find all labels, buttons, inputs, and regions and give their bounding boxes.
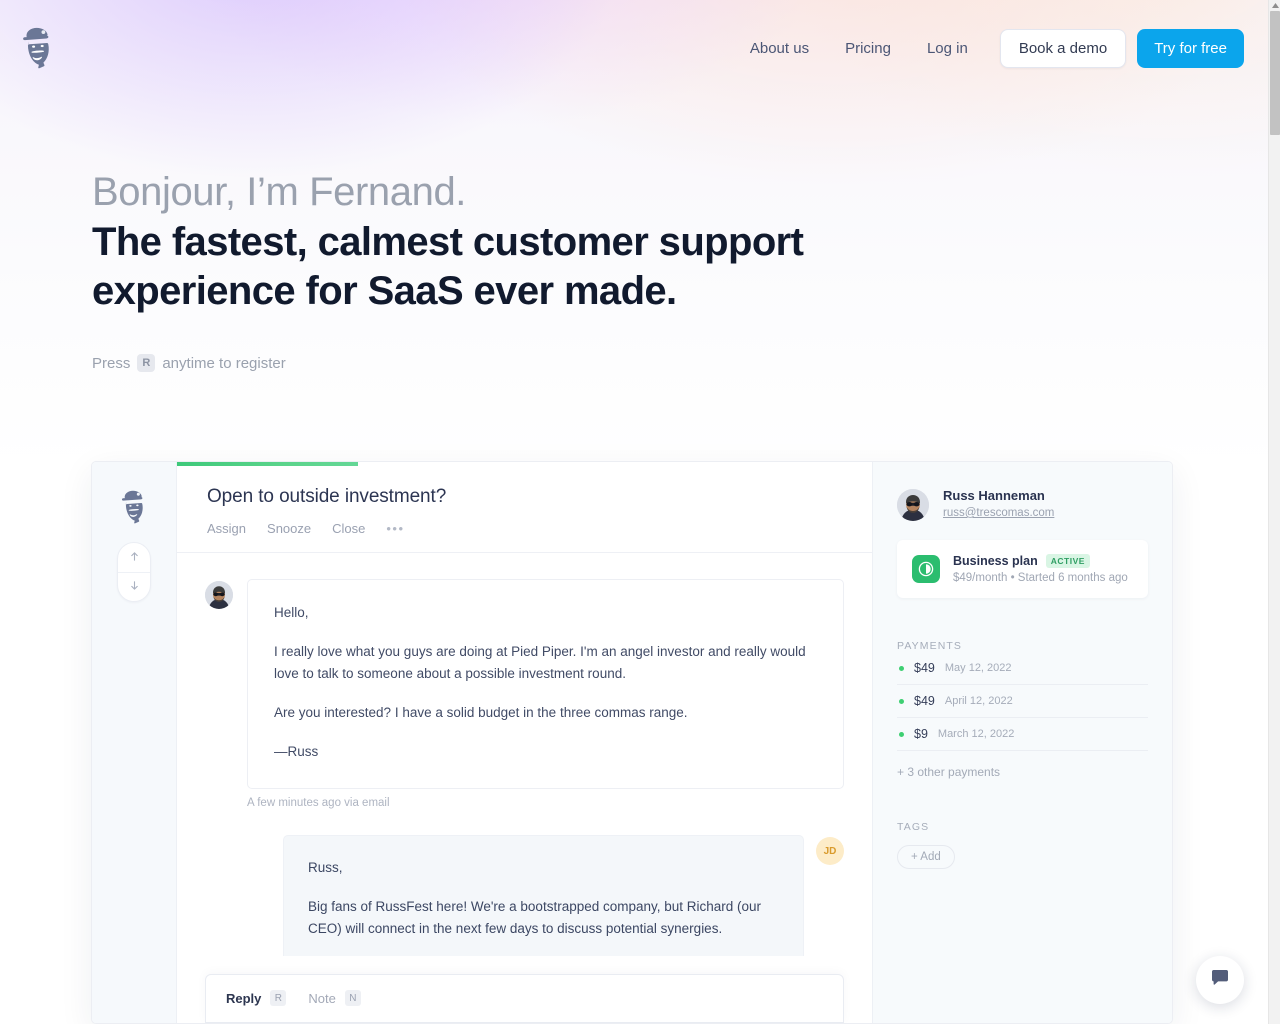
message-bubble-outgoing: Russ, Big fans of RussFest here! We're a… — [283, 835, 804, 956]
snooze-button[interactable]: Snooze — [267, 521, 311, 536]
hero-title-line-2: experience for SaaS ever made. — [92, 269, 677, 313]
payment-row[interactable]: $49 May 12, 2022 — [897, 652, 1148, 685]
conversation-actions: Assign Snooze Close ••• — [207, 521, 848, 536]
arrow-down-icon — [129, 578, 140, 596]
payment-row[interactable]: $9 March 12, 2022 — [897, 718, 1148, 751]
payment-amount: $49 — [914, 694, 935, 708]
rail-fernand-captain-logo-icon[interactable] — [116, 486, 152, 528]
chat-bubble-icon — [1209, 967, 1231, 994]
message-paragraph: Hello, — [274, 605, 309, 620]
conversation-title: Open to outside investment? — [207, 486, 447, 507]
hero-subtext: Press R anytime to register — [92, 354, 952, 372]
payment-date: April 12, 2022 — [944, 695, 1013, 707]
hero-subtext-before: Press — [92, 354, 131, 372]
plan-started: Started 6 months ago — [1017, 572, 1128, 584]
payment-status-dot — [899, 731, 904, 737]
plan-title-row: Business plan ACTIVE — [953, 554, 1128, 568]
hero-title: The fastest, calmest customer support ex… — [92, 218, 952, 316]
fernand-captain-logo-icon[interactable] — [16, 22, 60, 74]
plan-info: Business plan ACTIVE $49/month • Started… — [953, 554, 1128, 584]
tab-reply[interactable]: Reply — [226, 991, 261, 1006]
russ-avatar — [205, 581, 233, 609]
contact-header: Russ Hanneman russ@trescomas.com — [897, 488, 1148, 521]
message-incoming: Hello, I really love what you guys are d… — [205, 579, 844, 789]
payment-date: May 12, 2022 — [944, 662, 1012, 674]
message-thread: Hello, I really love what you guys are d… — [177, 553, 872, 956]
reply-shortcut-key: R — [270, 990, 287, 1006]
top-navigation: About us Pricing Log in Book a demo Try … — [0, 0, 1268, 96]
more-horizontal-icon[interactable]: ••• — [386, 521, 404, 536]
more-payments-link[interactable]: + 3 other payments — [897, 765, 1148, 779]
subscription-plan-card[interactable]: Business plan ACTIVE $49/month • Started… — [897, 540, 1148, 598]
payment-date: March 12, 2022 — [937, 728, 1015, 740]
assign-button[interactable]: Assign — [207, 521, 246, 536]
register-shortcut-key: R — [137, 354, 156, 372]
conversation-header: Open to outside investment? Assign Snooz… — [177, 462, 872, 553]
previous-conversation-button[interactable] — [118, 543, 150, 572]
close-button[interactable]: Close — [332, 521, 365, 536]
conversation-column: Open to outside investment? Assign Snooz… — [177, 462, 872, 1023]
scrollbar-thumb[interactable] — [1270, 11, 1280, 135]
message-paragraph: Are you interested? I have a solid budge… — [274, 705, 688, 720]
note-shortcut-key: N — [344, 990, 361, 1006]
reply-composer[interactable]: Reply R Note N — [205, 974, 844, 1023]
plan-subtext: $49/month • Started 6 months ago — [953, 572, 1128, 584]
contact-name: Russ Hanneman — [943, 488, 1045, 503]
conversation-progress-bar — [177, 462, 358, 466]
composer-tabs: Reply R Note N — [226, 990, 823, 1006]
tags-section-label: TAGS — [897, 821, 930, 833]
chat-launcher-button[interactable] — [1196, 956, 1244, 1004]
contact-details-panel: Russ Hanneman russ@trescomas.com Busines… — [872, 462, 1172, 1023]
payment-amount: $9 — [914, 727, 928, 741]
hero-subtext-after: anytime to register — [162, 354, 286, 372]
message-paragraph: —Russ — [274, 744, 319, 759]
message-paragraph: I really love what you guys are doing at… — [274, 644, 806, 681]
message-outgoing: Russ, Big fans of RussFest here! We're a… — [205, 835, 844, 956]
nav-links-group: About us Pricing Log in Book a demo Try … — [732, 28, 1244, 68]
plan-clock-icon — [912, 555, 940, 583]
next-conversation-button[interactable] — [118, 572, 150, 601]
nav-link-about-us[interactable]: About us — [732, 32, 827, 65]
hero-section: Bonjour, I’m Fernand. The fastest, calme… — [92, 168, 952, 372]
inbox-app-window: Open to outside investment? Assign Snooz… — [91, 461, 1173, 1024]
plan-title: Business plan — [953, 554, 1038, 568]
add-tag-button[interactable]: + Add — [897, 845, 955, 869]
contact-russ-avatar — [897, 488, 929, 521]
message-paragraph: Russ, — [308, 860, 343, 875]
tab-note[interactable]: Note — [308, 991, 335, 1006]
payment-status-dot — [899, 665, 904, 671]
try-for-free-button[interactable]: Try for free — [1137, 28, 1244, 68]
avatar-initials-jd: JD — [816, 837, 844, 865]
message-bubble-incoming: Hello, I really love what you guys are d… — [247, 579, 844, 789]
app-left-rail — [92, 462, 177, 1023]
hero-title-line-1: The fastest, calmest customer support — [92, 220, 804, 264]
conversation-nav-pill — [117, 542, 151, 602]
book-a-demo-button[interactable]: Book a demo — [999, 28, 1127, 68]
payment-amount: $49 — [914, 661, 935, 675]
message-paragraph: Big fans of RussFest here! We're a boots… — [308, 899, 762, 936]
plan-status-badge: ACTIVE — [1045, 554, 1090, 568]
page-scrollbar[interactable] — [1268, 0, 1280, 1024]
hero-kicker: Bonjour, I’m Fernand. — [92, 170, 467, 214]
nav-link-pricing[interactable]: Pricing — [827, 32, 909, 65]
page-root: About us Pricing Log in Book a demo Try … — [0, 0, 1280, 1024]
scroll-up-arrow-icon[interactable] — [1269, 0, 1280, 10]
plan-price: $49/month — [953, 572, 1008, 584]
payment-row[interactable]: $49 April 12, 2022 — [897, 685, 1148, 718]
message-meta-incoming: A few minutes ago via email — [247, 797, 390, 809]
payment-status-dot — [899, 698, 904, 704]
plan-separator: • — [1010, 572, 1015, 584]
payments-section-label: PAYMENTS — [897, 640, 963, 652]
contact-email-link[interactable]: russ@trescomas.com — [943, 507, 1054, 519]
nav-link-log-in[interactable]: Log in — [909, 32, 986, 65]
arrow-up-icon — [129, 549, 140, 567]
contact-identity: Russ Hanneman russ@trescomas.com — [943, 488, 1054, 521]
